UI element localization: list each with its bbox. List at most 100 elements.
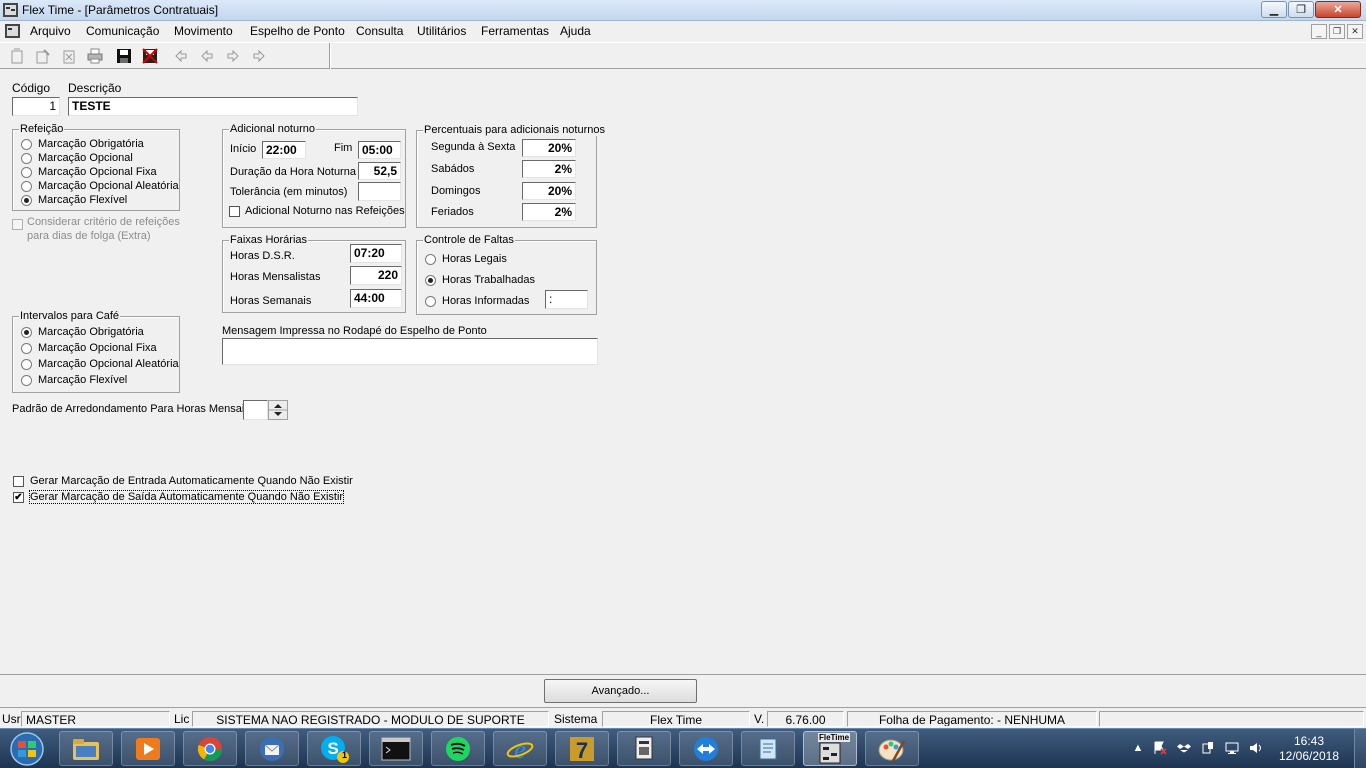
last-icon[interactable] <box>251 48 267 64</box>
taskbar-paint[interactable] <box>865 731 919 766</box>
first-icon[interactable] <box>173 48 189 64</box>
percentual-field-segunda[interactable]: 20% <box>522 139 576 157</box>
codigo-label: Código <box>12 81 51 95</box>
sistema-value: Flex Time <box>602 711 750 727</box>
taskbar-notepad[interactable] <box>741 731 795 766</box>
faltas-radio-trabalhadas[interactable] <box>425 275 436 286</box>
cafe-radio-obrigatoria[interactable] <box>21 327 32 338</box>
refeicao-radio-opcional[interactable] <box>21 153 32 164</box>
refeicao-radio-flexivel[interactable] <box>21 195 32 206</box>
7zip-icon: 7 <box>570 736 594 763</box>
faltas-radio-informadas[interactable] <box>425 296 436 307</box>
next-icon[interactable] <box>225 48 241 64</box>
taskbar-teamviewer[interactable] <box>679 731 733 766</box>
mensagem-field[interactable] <box>222 338 598 365</box>
adicional-refeicoes-checkbox[interactable] <box>229 206 240 217</box>
faltas-radio-legais[interactable] <box>425 254 436 265</box>
cafe-radio-opcional-fixa[interactable] <box>21 343 32 354</box>
gerar-entrada-checkbox[interactable] <box>13 476 24 487</box>
network-icon[interactable] <box>1225 741 1239 755</box>
cafe-radio-flexivel[interactable] <box>21 375 32 386</box>
mensalistas-label: Horas Mensalistas <box>230 271 321 283</box>
dropbox-icon[interactable] <box>1177 741 1191 755</box>
child-window-icon[interactable] <box>5 24 20 38</box>
advanced-button[interactable]: Avançado... <box>544 679 697 703</box>
taskbar-7zip[interactable]: 7 <box>555 731 609 766</box>
horas-informadas-field[interactable]: : <box>545 290 588 309</box>
show-desktop-button[interactable] <box>1354 729 1366 768</box>
inicio-field[interactable]: 22:00 <box>262 141 306 159</box>
cafe-radio-opcional-aleatoria[interactable] <box>21 359 32 370</box>
delete-record-icon[interactable] <box>61 48 77 64</box>
new-record-icon[interactable] <box>9 48 25 64</box>
show-hidden-icons-icon[interactable]: ▲ <box>1131 741 1145 755</box>
taskbar-skype[interactable]: S 1 <box>307 731 361 766</box>
window-maximize-button[interactable]: ❐ <box>1288 1 1314 18</box>
lic-value: SISTEMA NAO REGISTRADO - MODULO DE SUPOR… <box>192 711 549 727</box>
taskbar-chrome[interactable] <box>183 731 237 766</box>
menu-ferramentas[interactable]: Ferramentas <box>481 24 549 38</box>
start-button[interactable] <box>5 731 49 767</box>
percentual-field-domingos[interactable]: 20% <box>522 182 576 200</box>
cancel-icon[interactable] <box>142 48 158 64</box>
previous-icon[interactable] <box>199 48 215 64</box>
percentual-field-sabados[interactable]: 2% <box>522 160 576 178</box>
menu-comunicacao[interactable]: Comunicação <box>86 24 159 38</box>
percentual-field-feriados[interactable]: 2% <box>522 203 576 221</box>
mdi-minimize-button[interactable]: _ <box>1311 24 1327 39</box>
cafe-option-label: Marcação Obrigatória <box>38 326 144 338</box>
menu-movimento[interactable]: Movimento <box>174 24 233 38</box>
taskbar-flex-time[interactable]: FleTime <box>803 731 857 766</box>
save-icon[interactable] <box>116 48 132 64</box>
percentual-label-sabados: Sabádos <box>431 163 475 175</box>
print-icon[interactable] <box>87 48 103 64</box>
duracao-field[interactable]: 52,5 <box>358 162 401 180</box>
taskbar-thunderbird[interactable] <box>245 731 299 766</box>
taskbar-explorer[interactable] <box>59 731 113 766</box>
descricao-field[interactable]: TESTE <box>68 97 358 116</box>
folga-label-line1: Considerar critério de refeições <box>27 216 180 228</box>
menu-espelho-de-ponto[interactable]: Espelho de Ponto <box>250 24 345 38</box>
codigo-field[interactable]: 1 <box>12 97 60 116</box>
mdi-restore-button[interactable]: ❐ <box>1329 24 1345 39</box>
mensalistas-field[interactable]: 220 <box>350 266 402 285</box>
thunderbird-icon <box>260 736 284 761</box>
window-minimize-button[interactable]: ▁ <box>1261 1 1287 18</box>
taskbar-cmd[interactable] <box>369 731 423 766</box>
semanais-field[interactable]: 44:00 <box>350 289 402 308</box>
refeicao-radio-opcional-fixa[interactable] <box>21 167 32 178</box>
menu-utilitarios[interactable]: Utilitários <box>417 24 466 38</box>
menu-arquivo[interactable]: Arquivo <box>30 24 71 38</box>
dsr-label: Horas D.S.R. <box>230 250 295 262</box>
taskbar-remote-app[interactable] <box>617 731 671 766</box>
arredondamento-field[interactable] <box>243 400 268 420</box>
device-icon[interactable] <box>1201 741 1215 755</box>
taskbar-internet-explorer[interactable]: e <box>493 731 547 766</box>
window-close-button[interactable]: ✕ <box>1315 1 1361 18</box>
gerar-saida-checkbox[interactable]: ✔ <box>13 492 24 503</box>
mdi-close-button[interactable]: ✕ <box>1347 24 1363 39</box>
edit-record-icon[interactable] <box>35 48 51 64</box>
teamviewer-icon <box>694 736 718 761</box>
menu-ajuda[interactable]: Ajuda <box>560 24 591 38</box>
notepad-icon <box>759 738 777 759</box>
taskbar-spotify[interactable] <box>431 731 485 766</box>
refeicao-radio-obrigatoria[interactable] <box>21 139 32 150</box>
arredondamento-label: Padrão de Arredondamento Para Horas Mens… <box>12 403 250 415</box>
volume-icon[interactable] <box>1249 741 1263 755</box>
arredondamento-spinner[interactable] <box>268 400 288 420</box>
cafe-option-label: Marcação Flexível <box>38 374 128 386</box>
adicional-refeicoes-label: Adicional Noturno nas Refeições <box>245 205 405 217</box>
adicional-noturno-legend: Adicional noturno <box>229 123 317 135</box>
taskbar-clock[interactable]: 16:43 12/06/2018 <box>1272 734 1346 764</box>
refeicao-radio-opcional-aleatoria[interactable] <box>21 181 32 192</box>
refeicao-legend: Refeição <box>19 123 65 135</box>
taskbar-media-player[interactable] <box>121 731 175 766</box>
dsr-field[interactable]: 07:20 <box>350 244 402 263</box>
action-center-icon[interactable] <box>1153 741 1167 755</box>
flex-time-app-icon <box>3 3 18 17</box>
tolerancia-field[interactable] <box>358 182 401 201</box>
menu-consulta[interactable]: Consulta <box>356 24 403 38</box>
spinner-arrows-icon[interactable] <box>269 401 287 419</box>
fim-field[interactable]: 05:00 <box>358 141 401 159</box>
